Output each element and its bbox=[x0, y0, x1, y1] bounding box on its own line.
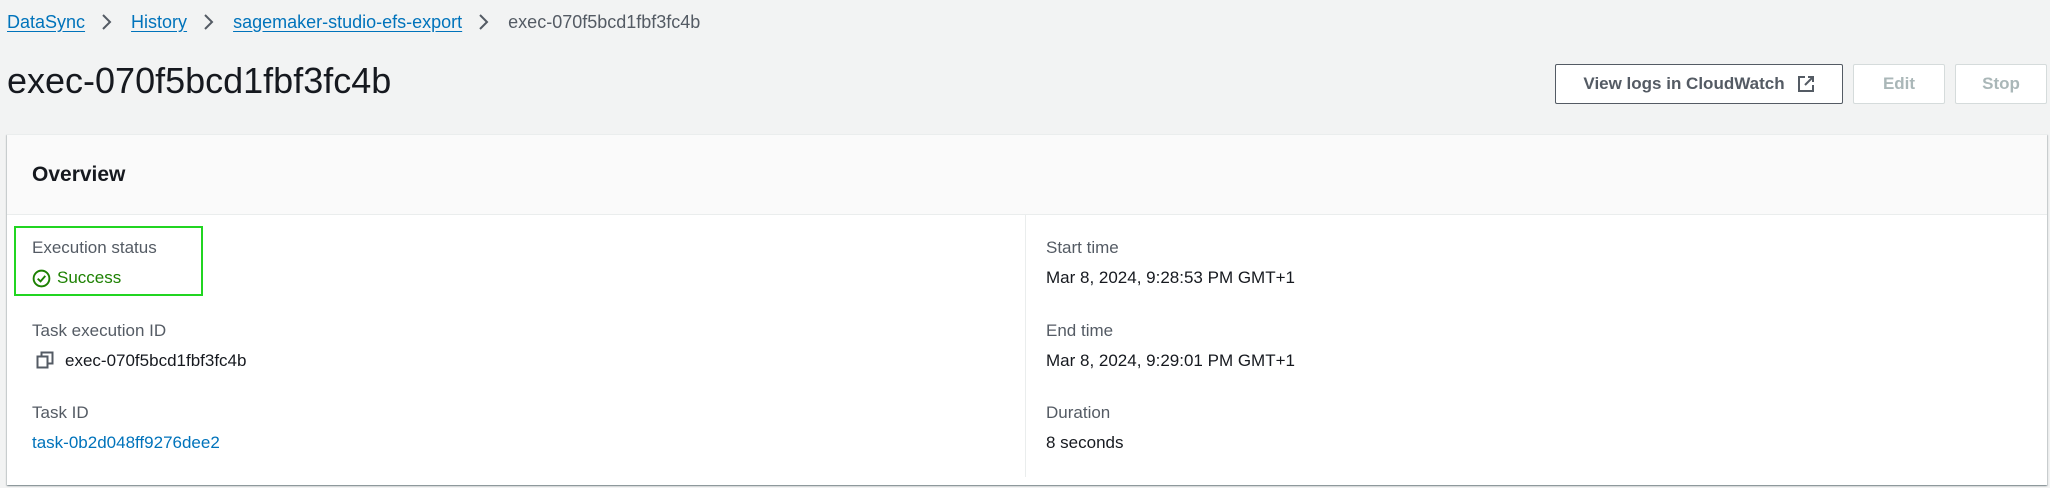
duration-field: Duration 8 seconds bbox=[1046, 401, 1124, 455]
view-logs-label: View logs in CloudWatch bbox=[1583, 74, 1785, 93]
overview-body: Execution status Success Task execution … bbox=[7, 215, 2047, 485]
duration-label: Duration bbox=[1046, 403, 1111, 422]
chevron-right-icon bbox=[99, 14, 113, 30]
chevron-right-icon bbox=[476, 14, 490, 30]
execution-status-field: Execution status Success bbox=[32, 236, 157, 290]
copy-icon[interactable] bbox=[36, 351, 56, 371]
end-time-field: End time Mar 8, 2024, 9:29:01 PM GMT+1 bbox=[1046, 319, 1295, 373]
task-execution-id-label: Task execution ID bbox=[32, 321, 167, 340]
start-time-value: Mar 8, 2024, 9:28:53 PM GMT+1 bbox=[1046, 268, 1295, 287]
page-title: exec-070f5bcd1fbf3fc4b bbox=[7, 60, 392, 101]
breadcrumb-datasync[interactable]: DataSync bbox=[7, 12, 85, 33]
view-logs-button[interactable]: View logs in CloudWatch bbox=[1555, 64, 1843, 104]
breadcrumb: DataSync History sagemaker-studio-efs-ex… bbox=[7, 8, 700, 36]
overview-panel: Overview Execution status Success Task e… bbox=[7, 134, 2047, 485]
overview-title: Overview bbox=[32, 162, 126, 186]
end-time-value: Mar 8, 2024, 9:29:01 PM GMT+1 bbox=[1046, 351, 1295, 370]
task-id-link[interactable]: task-0b2d048ff9276dee2 bbox=[32, 431, 220, 455]
task-id-field: Task ID task-0b2d048ff9276dee2 bbox=[32, 401, 220, 455]
breadcrumb-task[interactable]: sagemaker-studio-efs-export bbox=[233, 12, 462, 33]
edit-button[interactable]: Edit bbox=[1853, 64, 1945, 104]
execution-status-label: Execution status bbox=[32, 238, 157, 257]
chevron-right-icon bbox=[201, 14, 215, 30]
task-execution-id-text: exec-070f5bcd1fbf3fc4b bbox=[65, 351, 247, 370]
header-actions: View logs in CloudWatch Edit Stop bbox=[1555, 64, 2047, 104]
task-id-label: Task ID bbox=[32, 403, 89, 422]
overview-left-column: Execution status Success Task execution … bbox=[7, 215, 1026, 477]
task-id-value: task-0b2d048ff9276dee2 bbox=[32, 431, 220, 455]
task-execution-id-field: Task execution ID exec-070f5bcd1fbf3fc4b bbox=[32, 319, 246, 373]
overview-header: Overview bbox=[7, 135, 2047, 215]
execution-status-text: Success bbox=[57, 268, 122, 287]
external-link-icon bbox=[1797, 75, 1815, 93]
task-execution-id-value: exec-070f5bcd1fbf3fc4b bbox=[32, 349, 246, 373]
execution-status-value: Success bbox=[32, 266, 157, 290]
stop-button[interactable]: Stop bbox=[1955, 64, 2047, 104]
duration-value: 8 seconds bbox=[1046, 433, 1124, 452]
start-time-field: Start time Mar 8, 2024, 9:28:53 PM GMT+1 bbox=[1046, 236, 1295, 290]
end-time-label: End time bbox=[1046, 321, 1114, 340]
breadcrumb-current: exec-070f5bcd1fbf3fc4b bbox=[508, 11, 701, 32]
check-circle-icon bbox=[32, 269, 51, 288]
start-time-label: Start time bbox=[1046, 238, 1119, 257]
breadcrumb-history[interactable]: History bbox=[131, 12, 187, 33]
